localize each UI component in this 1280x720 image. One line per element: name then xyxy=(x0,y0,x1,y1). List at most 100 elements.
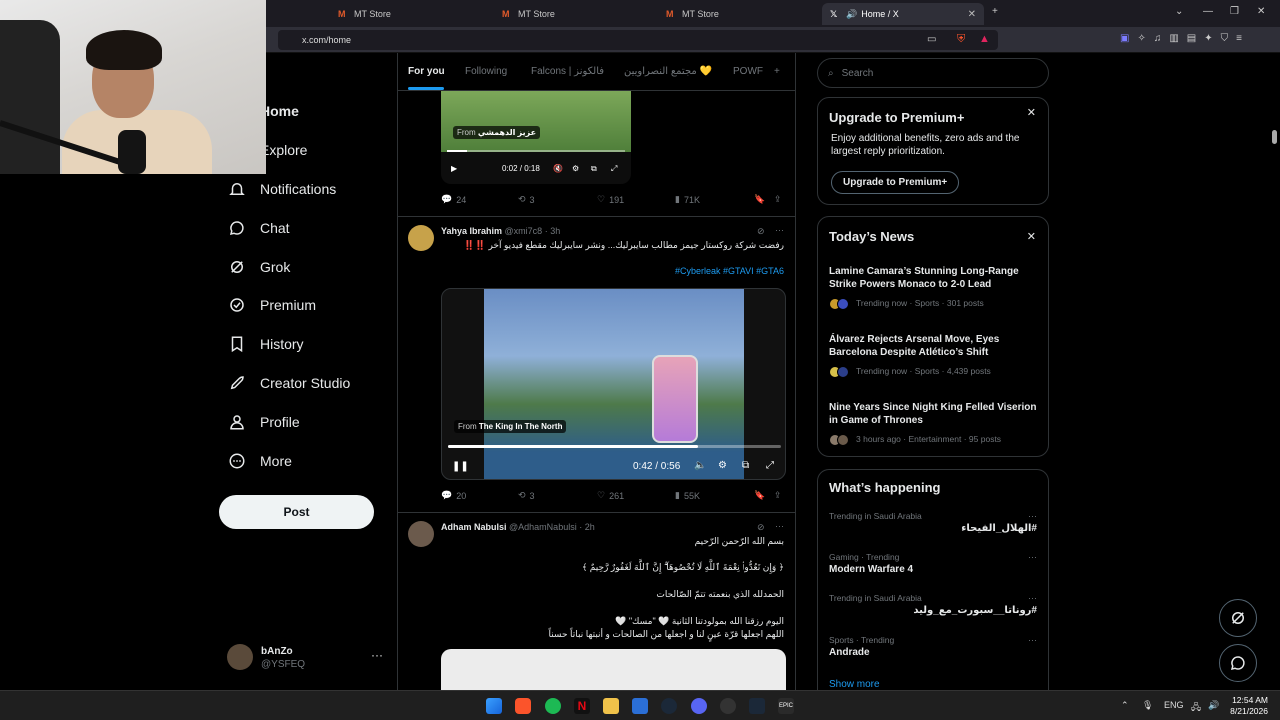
bookmark-button[interactable]: 🔖 xyxy=(754,194,765,205)
network-icon[interactable]: 🖧 xyxy=(1191,700,1201,716)
sidebar-item-more[interactable]: More xyxy=(218,441,388,480)
clock[interactable]: 12:54 AM 8/21/2026 xyxy=(1230,695,1268,717)
microphone-icon[interactable]: 🎙 xyxy=(1142,700,1153,711)
close-icon[interactable]: ✕ xyxy=(1027,230,1036,243)
language-indicator[interactable]: ENG xyxy=(1164,700,1184,710)
sidebar-item-history[interactable]: History xyxy=(218,325,388,364)
volume-icon[interactable]: 🔈 xyxy=(694,460,706,471)
scrollbar-thumb[interactable] xyxy=(1272,130,1277,144)
epic-games-icon[interactable]: EPIC xyxy=(778,698,794,714)
bookmark-button[interactable]: 🔖 xyxy=(754,490,765,501)
sidebar-icon[interactable]: ▥ xyxy=(1169,33,1178,44)
search-input[interactable]: ⌕ Search xyxy=(817,58,1049,88)
views-button[interactable]: ▮ 71K xyxy=(675,194,700,205)
grok-icon[interactable]: ⊘ xyxy=(757,226,765,237)
trend-more-icon[interactable]: ··· xyxy=(1028,511,1037,521)
pause-icon[interactable]: ❚❚ xyxy=(452,461,469,472)
tab-following[interactable]: Following xyxy=(465,66,507,77)
close-tab-icon[interactable]: ✕ xyxy=(968,9,976,20)
pip-icon[interactable]: ⧉ xyxy=(742,460,749,471)
reader-icon[interactable]: ▭ xyxy=(927,34,936,45)
settings-icon[interactable]: ⚙ xyxy=(718,460,727,471)
music-icon[interactable]: ♫ xyxy=(1154,33,1162,44)
trend-name[interactable]: Andrade xyxy=(829,647,870,658)
sidebar-item-chat[interactable]: Chat xyxy=(218,208,388,247)
store-icon[interactable] xyxy=(632,698,648,714)
fullscreen-icon[interactable]: ⤢ xyxy=(611,164,617,174)
trend-more-icon[interactable]: ··· xyxy=(1028,552,1037,562)
grok-fab-button[interactable] xyxy=(1219,599,1257,637)
puzzle-icon[interactable]: ✧ xyxy=(1137,33,1145,44)
new-tab-button[interactable]: + xyxy=(992,6,998,17)
tab-list-icon[interactable]: ⌄ xyxy=(1175,6,1183,17)
tray-chevron-icon[interactable]: ⌃ xyxy=(1121,700,1129,711)
account-more-icon[interactable]: ··· xyxy=(371,648,383,662)
brave-shield-icon[interactable]: ⛨ xyxy=(957,33,965,46)
ai-icon[interactable]: ✦ xyxy=(1204,33,1212,44)
tab-for-you[interactable]: For you xyxy=(408,66,445,77)
settings-icon[interactable]: ⚙ xyxy=(572,164,579,173)
views-button[interactable]: ▮ 55K xyxy=(675,490,700,501)
reply-button[interactable]: 💬 20 xyxy=(441,490,466,501)
steam-app-icon[interactable] xyxy=(749,698,765,714)
upgrade-premium-button[interactable]: Upgrade to Premium+ xyxy=(831,171,960,194)
tweet-author-name[interactable]: Adham Nabulsi xyxy=(441,522,507,532)
netflix-icon[interactable]: N xyxy=(574,698,590,714)
trend-more-icon[interactable]: ··· xyxy=(1028,593,1037,603)
sidebar-item-grok[interactable]: Grok xyxy=(218,247,388,286)
sidebar-item-profile[interactable]: Profile xyxy=(218,402,388,441)
spotify-icon[interactable] xyxy=(545,698,561,714)
wallet-icon[interactable]: ▤ xyxy=(1187,33,1196,44)
browser-tab-active[interactable]: 𝕏 🔊 Home / X ✕ xyxy=(822,3,984,25)
page-scrollbar[interactable] xyxy=(1271,54,1278,690)
trend-name[interactable]: #روناتا__سبورت_مع_وليد xyxy=(913,605,1037,616)
mute-icon[interactable]: 🔇 xyxy=(553,164,563,173)
share-icon[interactable]: ⇪ xyxy=(774,490,782,501)
discord-icon[interactable] xyxy=(691,698,707,714)
close-icon[interactable]: ✕ xyxy=(1027,106,1036,119)
brave-rewards-icon[interactable]: ▲ xyxy=(979,33,990,45)
windows-start-icon[interactable] xyxy=(486,698,502,714)
tweet-hashtags[interactable]: #Cyberleak #GTAVI #GTA6 xyxy=(675,266,784,276)
close-window-icon[interactable]: ✕ xyxy=(1257,6,1265,17)
news-item-title[interactable]: Álvarez Rejects Arsenal Move, Eyes Barce… xyxy=(829,333,1039,359)
grok-icon[interactable]: ⊘ xyxy=(757,522,765,533)
trend-name[interactable]: Modern Warfare 4 xyxy=(829,564,913,575)
tweet-more-icon[interactable]: ··· xyxy=(775,521,784,531)
tab-falcons[interactable]: Falcons | فالكونز xyxy=(531,66,604,77)
menu-icon[interactable]: ≡ xyxy=(1236,33,1242,44)
sidebar-item-premium[interactable]: Premium xyxy=(218,286,388,325)
tweet-video-player[interactable]: From The King In The North ❚❚ 0:42 / 0:5… xyxy=(441,288,786,480)
extension-icon[interactable]: ▣ xyxy=(1120,33,1129,44)
brave-browser-icon[interactable] xyxy=(515,698,531,714)
share-icon[interactable]: ⇪ xyxy=(774,194,782,205)
browser-tab[interactable]: M MT Store xyxy=(330,3,490,25)
browser-tab[interactable]: M MT Store xyxy=(494,3,654,25)
volume-icon[interactable]: 🔊 xyxy=(1208,700,1219,711)
tab-nassr-community[interactable]: مجتمع النصراويين 💛 xyxy=(624,66,712,77)
maximize-icon[interactable]: ❐ xyxy=(1230,6,1239,17)
avatar[interactable] xyxy=(408,521,434,547)
video-progress[interactable] xyxy=(447,150,625,152)
play-icon[interactable]: ▶ xyxy=(451,164,457,173)
minimize-icon[interactable]: — xyxy=(1203,6,1213,17)
add-tab-button[interactable]: + xyxy=(774,66,780,77)
trend-more-icon[interactable]: ··· xyxy=(1028,635,1037,645)
fullscreen-icon[interactable]: ⤢ xyxy=(766,460,774,471)
account-switcher[interactable]: bAnZo @YSFEQ ··· xyxy=(227,644,387,674)
post-button[interactable]: Post xyxy=(219,495,374,529)
steam-icon[interactable] xyxy=(661,698,677,714)
like-button[interactable]: ♡ 191 xyxy=(597,194,624,205)
tab-powf[interactable]: POWF xyxy=(733,66,763,77)
repost-button[interactable]: ⟲ 3 xyxy=(518,194,535,205)
show-more-link[interactable]: Show more xyxy=(829,679,880,690)
like-button[interactable]: ♡ 261 xyxy=(597,490,624,501)
tweet-video-player[interactable]: From عزيز الدهمشي ▶ 0:02 / 0:18 🔇 ⚙ ⧉ ⤢ xyxy=(441,90,631,184)
sidebar-item-creator-studio[interactable]: Creator Studio xyxy=(218,364,388,403)
messages-fab-button[interactable] xyxy=(1219,644,1257,682)
news-item-title[interactable]: Lamine Camara’s Stunning Long-Range Stri… xyxy=(829,265,1039,291)
browser-tab[interactable]: M MT Store xyxy=(658,3,818,25)
tweet-more-icon[interactable]: ··· xyxy=(775,225,784,235)
tweet-image[interactable] xyxy=(441,649,786,690)
url-field[interactable]: x.com/home xyxy=(278,30,998,50)
